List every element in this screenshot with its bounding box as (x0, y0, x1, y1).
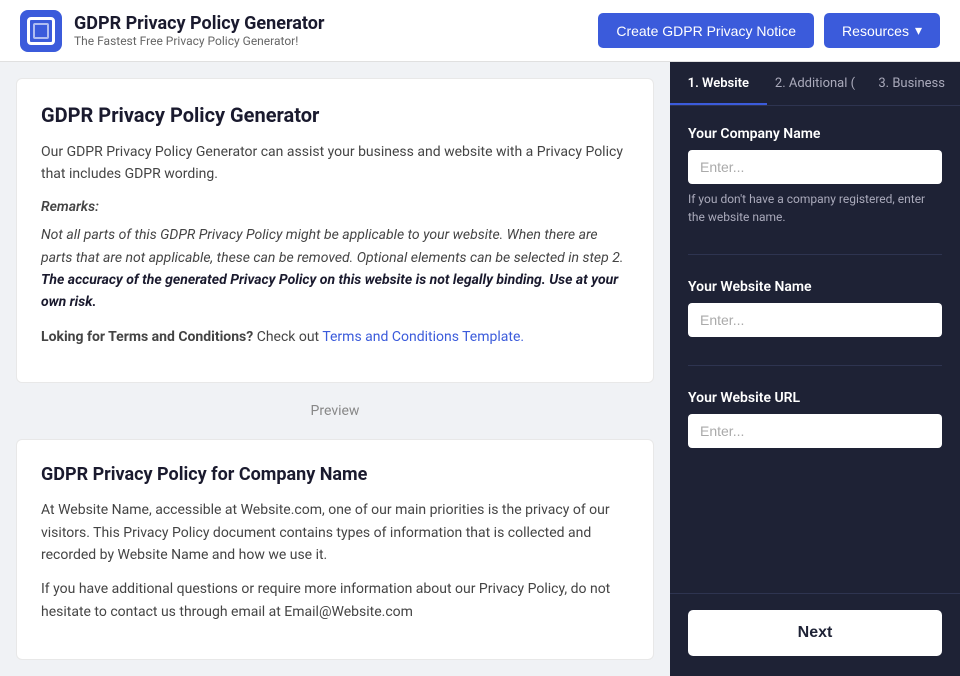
logo-inner-icon (27, 17, 55, 45)
right-sidebar: 1. Website 2. Additional ( 3. Business Y… (670, 62, 960, 676)
header-right: Create GDPR Privacy Notice Resources ▾ (598, 13, 940, 48)
website-url-group: Your Website URL (688, 390, 942, 448)
resources-button[interactable]: Resources ▾ (824, 13, 940, 48)
step-additional[interactable]: 2. Additional ( (767, 62, 864, 105)
preview-card: GDPR Privacy Policy for Company Name At … (16, 439, 654, 660)
logo-icon (20, 10, 62, 52)
terms-check-text: Check out (257, 329, 323, 345)
preview-label: Preview (16, 399, 654, 423)
divider-1 (688, 254, 942, 255)
website-name-input[interactable] (688, 303, 942, 337)
intro-title: GDPR Privacy Policy Generator (41, 103, 629, 127)
company-name-hint: If you don't have a company registered, … (688, 190, 942, 226)
next-btn-area: Next (670, 593, 960, 676)
website-url-input[interactable] (688, 414, 942, 448)
preview-para1: At Website Name, accessible at Website.c… (41, 499, 629, 566)
website-name-label: Your Website Name (688, 279, 942, 295)
form-area: Your Company Name If you don't have a co… (670, 106, 960, 593)
steps-nav: 1. Website 2. Additional ( 3. Business (670, 62, 960, 106)
preview-title: GDPR Privacy Policy for Company Name (41, 464, 629, 485)
chevron-down-icon: ▾ (915, 22, 922, 39)
resources-label: Resources (842, 23, 909, 39)
intro-card: GDPR Privacy Policy Generator Our GDPR P… (16, 78, 654, 383)
header-title: GDPR Privacy Policy Generator The Fastes… (74, 13, 325, 48)
app-title: GDPR Privacy Policy Generator (74, 13, 325, 34)
app-subtitle: The Fastest Free Privacy Policy Generato… (74, 34, 325, 48)
terms-prefix: Loking for Terms and Conditions? (41, 329, 253, 345)
remarks-label: Remarks: (41, 196, 629, 218)
company-name-group: Your Company Name If you don't have a co… (688, 126, 942, 226)
step-website[interactable]: 1. Website (670, 62, 767, 105)
next-button[interactable]: Next (688, 610, 942, 656)
bold-warning: The accuracy of the generated Privacy Po… (41, 272, 618, 310)
divider-2 (688, 365, 942, 366)
intro-description: Our GDPR Privacy Policy Generator can as… (41, 141, 629, 186)
header: GDPR Privacy Policy Generator The Fastes… (0, 0, 960, 62)
left-content: GDPR Privacy Policy Generator Our GDPR P… (0, 62, 670, 676)
header-left: GDPR Privacy Policy Generator The Fastes… (20, 10, 325, 52)
preview-para2: If you have additional questions or requ… (41, 578, 629, 623)
step-business[interactable]: 3. Business (863, 62, 960, 105)
terms-link[interactable]: Terms and Conditions Template. (322, 329, 524, 345)
website-url-label: Your Website URL (688, 390, 942, 406)
terms-line: Loking for Terms and Conditions? Check o… (41, 326, 629, 348)
main-layout: GDPR Privacy Policy Generator Our GDPR P… (0, 62, 960, 676)
company-name-label: Your Company Name (688, 126, 942, 142)
create-gdpr-button[interactable]: Create GDPR Privacy Notice (598, 13, 814, 48)
website-name-group: Your Website Name (688, 279, 942, 337)
italic-notice: Not all parts of this GDPR Privacy Polic… (41, 224, 629, 314)
company-name-input[interactable] (688, 150, 942, 184)
